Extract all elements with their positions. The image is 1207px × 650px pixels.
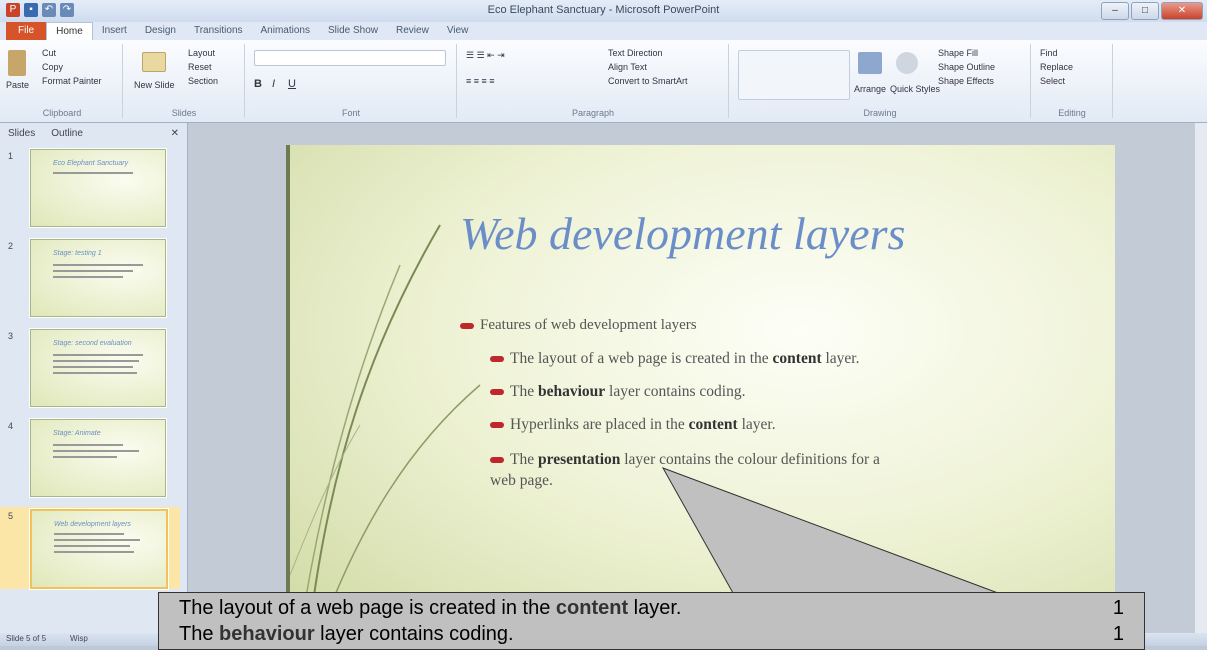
ribbon: Paste Cut Copy Format Painter Clipboard … bbox=[0, 40, 1207, 123]
arrange-icon[interactable] bbox=[858, 52, 882, 74]
bullet-icon bbox=[490, 389, 504, 396]
tab-transitions[interactable]: Transitions bbox=[185, 22, 252, 40]
bullets-button[interactable]: ☰ ☰ ⇤ ⇥ bbox=[466, 50, 505, 61]
paste-button[interactable]: Paste bbox=[6, 80, 29, 90]
slides-pane: Slides Outline ✕ 1 Eco Elephant Sanctuar… bbox=[0, 123, 188, 633]
align-text-button[interactable]: Align Text bbox=[608, 62, 647, 72]
paragraph-group: ☰ ☰ ⇤ ⇥ ≡ ≡ ≡ ≡ Text Direction Align Tex… bbox=[458, 44, 729, 118]
shape-fill-button[interactable]: Shape Fill bbox=[938, 48, 978, 58]
section-button[interactable]: Section bbox=[188, 76, 218, 86]
shapes-gallery[interactable] bbox=[738, 50, 850, 100]
slide-thumbnail-1[interactable]: 1 Eco Elephant Sanctuary bbox=[0, 147, 180, 229]
mark-value: 1 bbox=[1112, 623, 1124, 645]
slide-title[interactable]: Web development layers bbox=[460, 207, 905, 260]
tab-home[interactable]: Home bbox=[46, 21, 93, 41]
reset-button[interactable]: Reset bbox=[188, 62, 212, 72]
tab-insert[interactable]: Insert bbox=[93, 22, 136, 40]
arrange-button[interactable]: Arrange bbox=[854, 84, 886, 94]
paragraph-label: Paragraph bbox=[571, 108, 615, 118]
slide-thumbnail-2[interactable]: 2 Stage: testing 1 bbox=[0, 237, 180, 319]
slide-thumbnail-4[interactable]: 4 Stage: Animate bbox=[0, 417, 180, 499]
drawing-label: Drawing bbox=[863, 108, 897, 118]
tab-review[interactable]: Review bbox=[387, 22, 438, 40]
mark-value: 1 bbox=[1112, 597, 1124, 619]
sub-bullet-1[interactable]: The layout of a web page is created in t… bbox=[490, 350, 859, 368]
shape-effects-button[interactable]: Shape Effects bbox=[938, 76, 994, 86]
bullet-icon bbox=[490, 457, 504, 464]
slide-thumbnail-5[interactable]: 5 Web development layers bbox=[0, 507, 180, 589]
new-slide-button[interactable]: New Slide bbox=[134, 80, 175, 90]
shape-outline-button[interactable]: Shape Outline bbox=[938, 62, 995, 72]
text-direction-button[interactable]: Text Direction bbox=[608, 48, 663, 58]
main-bullet[interactable]: Features of web development layers bbox=[460, 317, 697, 334]
window-controls: – □ ✕ bbox=[1101, 2, 1203, 20]
slides-group: New Slide Layout Reset Section Slides bbox=[124, 44, 245, 118]
tab-view[interactable]: View bbox=[438, 22, 478, 40]
cut-button[interactable]: Cut bbox=[42, 48, 56, 58]
editing-label: Editing bbox=[1058, 108, 1086, 118]
vertical-scrollbar[interactable] bbox=[1195, 123, 1207, 633]
drawing-group: Arrange Quick Styles Shape Fill Shape Ou… bbox=[730, 44, 1031, 118]
pane-tabs: Slides Outline ✕ bbox=[0, 123, 187, 143]
sub-bullet-2[interactable]: The behaviour layer contains coding. bbox=[490, 383, 746, 401]
replace-button[interactable]: Replace bbox=[1040, 62, 1073, 72]
layout-button[interactable]: Layout bbox=[188, 48, 215, 58]
tab-slide-show[interactable]: Slide Show bbox=[319, 22, 387, 40]
tab-slides[interactable]: Slides bbox=[0, 128, 43, 139]
bullet-icon bbox=[490, 422, 504, 429]
bold-button[interactable]: B bbox=[254, 78, 262, 90]
tab-design[interactable]: Design bbox=[136, 22, 185, 40]
copy-button[interactable]: Copy bbox=[42, 62, 63, 72]
window-title: Eco Elephant Sanctuary - Microsoft Power… bbox=[487, 4, 720, 16]
sub-bullet-3[interactable]: Hyperlinks are placed in the content lay… bbox=[490, 416, 776, 434]
tab-animations[interactable]: Animations bbox=[252, 22, 319, 40]
close-button[interactable]: ✕ bbox=[1161, 2, 1203, 20]
theme-name: Wisp bbox=[70, 634, 88, 643]
tab-file[interactable]: File bbox=[6, 22, 47, 40]
mark-scheme-callout: The layout of a web page is created in t… bbox=[158, 592, 1145, 650]
sub-bullet-4[interactable]: The presentation layer contains the colo… bbox=[490, 449, 890, 491]
font-label: Font bbox=[341, 108, 360, 118]
find-button[interactable]: Find bbox=[1040, 48, 1058, 58]
quick-styles-icon[interactable] bbox=[896, 52, 918, 74]
slides-label: Slides bbox=[171, 108, 197, 118]
editing-group: Find Replace Select Editing bbox=[1032, 44, 1113, 118]
callout-row-2: The behaviour layer contains coding. 1 bbox=[179, 623, 1124, 645]
minimize-button[interactable]: – bbox=[1101, 2, 1129, 20]
slide-thumbnail-3[interactable]: 3 Stage: second evaluation bbox=[0, 327, 180, 409]
select-button[interactable]: Select bbox=[1040, 76, 1065, 86]
slide-canvas[interactable]: Web development layers Features of web d… bbox=[286, 145, 1115, 633]
new-slide-icon[interactable] bbox=[142, 52, 166, 72]
convert-smartart-button[interactable]: Convert to SmartArt bbox=[608, 76, 688, 86]
ribbon-tabs: File Home Insert Design Transitions Anim… bbox=[0, 21, 1207, 41]
underline-button[interactable]: U bbox=[288, 78, 296, 90]
quick-styles-button[interactable]: Quick Styles bbox=[890, 84, 940, 94]
maximize-button[interactable]: □ bbox=[1131, 2, 1159, 20]
italic-button[interactable]: I bbox=[272, 78, 275, 90]
clipboard-group: Paste Cut Copy Format Painter Clipboard bbox=[2, 44, 123, 118]
font-group: B I U Font bbox=[246, 44, 457, 118]
close-pane-icon[interactable]: ✕ bbox=[163, 128, 187, 139]
paste-icon[interactable] bbox=[8, 50, 26, 76]
font-name-box[interactable] bbox=[254, 50, 446, 66]
bullet-icon bbox=[490, 356, 504, 363]
callout-row-1: The layout of a web page is created in t… bbox=[179, 597, 1124, 619]
alignment-buttons[interactable]: ≡ ≡ ≡ ≡ bbox=[466, 76, 495, 86]
clipboard-label: Clipboard bbox=[42, 108, 82, 118]
slide-count: Slide 5 of 5 bbox=[6, 634, 47, 643]
bullet-icon bbox=[460, 322, 474, 329]
slide-editor[interactable]: Web development layers Features of web d… bbox=[188, 123, 1195, 633]
title-bar: P ▪ ↶ ↷ Eco Elephant Sanctuary - Microso… bbox=[0, 0, 1207, 23]
tab-outline[interactable]: Outline bbox=[43, 128, 91, 139]
format-painter-button[interactable]: Format Painter bbox=[42, 76, 102, 86]
